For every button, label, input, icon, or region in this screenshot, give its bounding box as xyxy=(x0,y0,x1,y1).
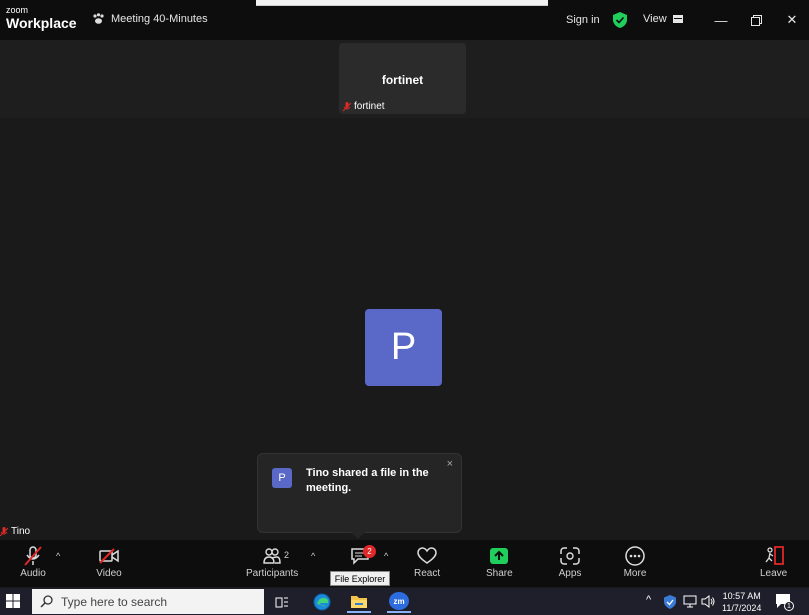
muted-mic-icon xyxy=(343,101,351,111)
more-label: More xyxy=(623,568,647,579)
participant-name: fortinet xyxy=(381,73,424,87)
clock-date: 11/7/2024 xyxy=(722,603,762,613)
volume-icon[interactable] xyxy=(701,595,715,608)
more-button[interactable]: More xyxy=(622,546,648,579)
participants-options-caret[interactable]: ^ xyxy=(311,551,315,561)
task-view-icon[interactable] xyxy=(270,591,294,613)
title-bar: zoom Workplace Meeting 40-Minutes Sign i… xyxy=(0,0,809,40)
toast-message: Tino shared a file in the meeting. xyxy=(306,467,429,494)
participants-count: 2 xyxy=(284,550,290,560)
toast-pointer xyxy=(351,532,365,539)
shield-check-icon[interactable] xyxy=(613,12,627,28)
chat-unread-badge: 2 xyxy=(363,545,376,558)
participants-button[interactable]: Participants xyxy=(246,546,298,579)
self-name-tag: Tino xyxy=(0,526,30,537)
notification-center-icon[interactable]: 1 xyxy=(775,593,794,611)
participant-name-tag: fortinet xyxy=(343,101,385,112)
mic-muted-icon xyxy=(24,546,42,566)
notification-count: 1 xyxy=(784,601,794,611)
participants-icon xyxy=(263,548,281,564)
restore-icon[interactable] xyxy=(746,10,766,30)
participant-tag-label: fortinet xyxy=(354,101,385,112)
meeting-info[interactable]: Meeting 40-Minutes xyxy=(92,13,208,25)
camera-off-icon xyxy=(99,548,119,564)
taskbar-search[interactable] xyxy=(32,589,264,614)
react-button[interactable]: React xyxy=(414,546,440,579)
muted-mic-icon xyxy=(0,526,8,536)
defender-shield-icon[interactable] xyxy=(664,595,676,609)
chat-notification-toast[interactable]: P Tino shared a file in the meeting. × xyxy=(257,453,462,533)
apps-button[interactable]: Apps xyxy=(557,546,583,579)
close-icon[interactable]: ✕ xyxy=(782,10,802,30)
clock-time: 10:57 AM xyxy=(722,591,761,601)
minimize-icon[interactable]: — xyxy=(711,10,731,30)
windows-taskbar: zm ^ 10:57 AM 11/7/2024 1 xyxy=(0,588,809,615)
participants-label: Participants xyxy=(246,568,299,579)
grid-icon xyxy=(672,15,683,23)
paw-icon xyxy=(93,13,104,24)
meeting-toolbar: Audio ^ Video Participants 2 ^ 2 ^ React… xyxy=(0,540,809,587)
audio-options-caret[interactable]: ^ xyxy=(56,551,60,561)
view-label: View xyxy=(643,13,667,25)
search-input[interactable] xyxy=(61,594,241,609)
leave-label: Leave xyxy=(760,568,788,579)
leave-door-icon xyxy=(765,546,784,565)
view-button[interactable]: View xyxy=(643,13,683,25)
audio-label: Audio xyxy=(20,568,46,579)
react-label: React xyxy=(414,568,441,579)
self-name: Tino xyxy=(11,526,31,537)
app-logo: zoom Workplace xyxy=(6,5,77,31)
file-explorer-icon[interactable] xyxy=(347,591,371,613)
tray-overflow-icon[interactable]: ^ xyxy=(646,594,651,606)
share-label: Share xyxy=(486,568,513,579)
top-overlay-strip xyxy=(256,0,548,6)
zoom-taskbar-icon[interactable]: zm xyxy=(387,591,411,613)
audio-button[interactable]: Audio xyxy=(20,546,46,579)
zoom-icon-text: zm xyxy=(389,592,409,610)
file-explorer-tooltip: File Explorer xyxy=(330,571,390,586)
edge-browser-icon[interactable] xyxy=(310,591,334,613)
participant-tile[interactable]: fortinet fortinet xyxy=(339,43,466,114)
share-screen-icon xyxy=(490,548,509,564)
system-clock[interactable]: 10:57 AM 11/7/2024 xyxy=(722,590,761,614)
share-button[interactable]: Share xyxy=(486,546,513,579)
heart-icon xyxy=(417,547,437,564)
chat-options-caret[interactable]: ^ xyxy=(384,551,388,561)
toast-avatar: P xyxy=(272,468,292,488)
speaker-avatar: P xyxy=(365,309,442,386)
apps-label: Apps xyxy=(558,568,582,579)
video-label: Video xyxy=(96,568,122,579)
leave-button[interactable]: Leave xyxy=(760,546,787,579)
meeting-label: Meeting 40-Minutes xyxy=(111,13,208,25)
more-icon xyxy=(625,546,645,566)
brand-large: Workplace xyxy=(6,15,77,31)
sign-in-link[interactable]: Sign in xyxy=(566,14,600,26)
apps-icon xyxy=(560,547,580,565)
search-icon xyxy=(40,595,53,608)
toast-close-icon[interactable]: × xyxy=(447,458,453,470)
brand-small: zoom xyxy=(6,5,29,15)
video-button[interactable]: Video xyxy=(96,546,122,579)
windows-start-icon[interactable] xyxy=(6,594,20,608)
network-icon[interactable] xyxy=(683,595,697,608)
